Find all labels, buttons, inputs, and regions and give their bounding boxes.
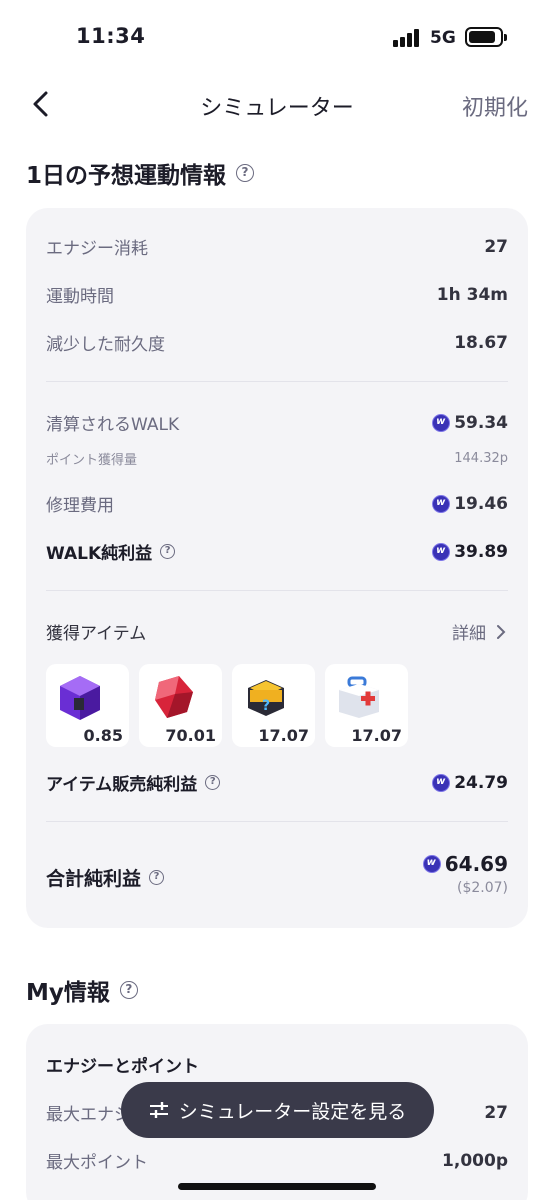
total-value-block: 64.69 ($2.07) [422, 852, 508, 896]
my-info-title-text: My情報 [26, 980, 110, 1006]
row-value: 27 [484, 236, 508, 257]
item-qty: 17.07 [351, 726, 402, 745]
view-simulator-settings-button[interactable]: シミュレーター設定を見る [121, 1082, 434, 1138]
row-value: 1,000p [442, 1150, 508, 1171]
row-durability: 減少した耐久度 18.67 [46, 330, 508, 356]
help-icon[interactable]: ? [205, 775, 221, 790]
card-title: エナジーとポイント [46, 1057, 199, 1077]
daily-title-text: 1日の予想運動情報 [26, 163, 227, 189]
status-bar: 11:34 5G [0, 0, 554, 76]
help-icon[interactable]: ? [119, 981, 138, 999]
walk-coin-icon [432, 494, 451, 513]
toast-label: シミュレーター設定を見る [178, 1100, 407, 1123]
row-label: 運動時間 [46, 287, 114, 307]
svg-text:?: ? [262, 698, 270, 714]
row-label: 修理費用 [46, 496, 114, 516]
help-icon[interactable]: ? [236, 164, 255, 182]
network-label: 5G [430, 28, 456, 48]
my-info-section-title: My情報 ? [26, 973, 138, 1007]
status-time: 11:34 [76, 24, 146, 48]
help-icon[interactable]: ? [160, 544, 176, 559]
daily-section-title: 1日の予想運動情報 ? [26, 156, 255, 190]
row-repair-cost: 修理費用 19.46 [46, 491, 508, 517]
row-value: 27 [484, 1102, 508, 1123]
row-label: アイテム販売純利益 [46, 775, 198, 795]
divider [46, 821, 508, 822]
row-value: 19.46 [454, 493, 508, 514]
item-qty: 17.07 [258, 726, 309, 745]
nav-bar: シミュレーター 初期化 [0, 76, 554, 132]
row-item-net: アイテム販売純利益? 24.79 [46, 770, 508, 796]
reset-button[interactable]: 初期化 [462, 90, 528, 122]
row-value: 59.34 [454, 412, 508, 433]
battery-icon [465, 27, 507, 47]
row-value: 39.89 [454, 541, 508, 562]
red-gem-icon [155, 676, 193, 718]
row-energy: エナジー消耗 27 [46, 234, 508, 260]
item-tile[interactable]: ? 17.07 [232, 664, 315, 747]
home-indicator [178, 1183, 376, 1190]
item-tile[interactable]: 70.01 [139, 664, 222, 747]
item-list: 0.85 70.01 ? 17.07 17.07 [46, 664, 418, 747]
walk-coin-icon [432, 773, 451, 792]
row-label: エナジー消耗 [46, 239, 148, 259]
row-exercise-time: 運動時間 1h 34m [46, 282, 508, 308]
row-label: 清算されるWALK [46, 415, 180, 435]
energy-points-header: エナジーとポイント [46, 1052, 508, 1077]
item-qty: 70.01 [165, 726, 216, 745]
detail-label: 詳細 [452, 624, 486, 644]
items-header: 獲得アイテム 詳細 [46, 619, 508, 644]
divider [46, 590, 508, 591]
walk-coin-icon [432, 413, 451, 432]
items-label: 獲得アイテム [46, 624, 147, 644]
item-tile[interactable]: 0.85 [46, 664, 129, 747]
help-icon[interactable]: ? [149, 870, 165, 885]
signal-icon [393, 29, 423, 47]
row-label: 合計純利益 [46, 868, 142, 890]
row-label: 最大ポイント [46, 1153, 148, 1173]
repair-kit-icon [339, 676, 379, 718]
row-value: 1h 34m [436, 284, 508, 305]
row-walk-settled: 清算されるWALK 59.34 [46, 410, 508, 436]
row-points: ポイント獲得量 144.32p [46, 449, 508, 468]
row-value: 144.32p [454, 451, 508, 466]
row-label: ポイント獲得量 [46, 453, 138, 468]
item-qty: 0.85 [83, 726, 123, 745]
mystery-box-icon: ? [248, 680, 284, 716]
row-max-points: 最大ポイント 1,000p [46, 1148, 508, 1174]
item-tile[interactable]: 17.07 [325, 664, 408, 747]
purple-box-icon [60, 676, 100, 720]
chevron-right-icon [497, 624, 506, 639]
row-value: 18.67 [454, 332, 508, 353]
daily-card: エナジー消耗 27 運動時間 1h 34m 減少した耐久度 18.67 清算され… [26, 208, 528, 928]
sliders-icon [149, 1102, 168, 1118]
row-label: WALK純利益 [46, 544, 153, 564]
row-walk-net: WALK純利益? 39.89 [46, 539, 508, 565]
walk-coin-icon [432, 542, 451, 561]
divider [46, 381, 508, 382]
total-usd: ($2.07) [456, 880, 508, 896]
total-value: 64.69 [444, 852, 508, 876]
items-detail-link[interactable]: 詳細 [452, 619, 508, 644]
row-value: 24.79 [454, 772, 508, 793]
walk-coin-icon [422, 855, 441, 873]
row-label: 減少した耐久度 [46, 335, 165, 355]
